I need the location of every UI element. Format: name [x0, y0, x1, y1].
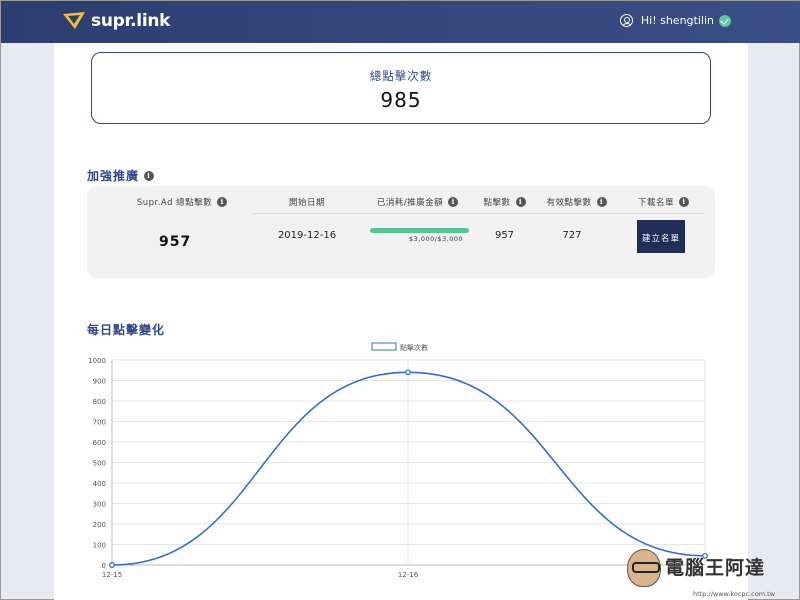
suprad-clicks-value: 957 — [159, 234, 192, 250]
x-tick-label: 12-15 — [102, 571, 122, 579]
watermark-text: 電腦王阿達 — [665, 557, 766, 579]
start-date-value: 2019-12-16 — [277, 230, 337, 241]
header-valid-clicks-text: 有效點擊數 — [546, 198, 592, 208]
total-clicks-label: 總點擊次數 — [369, 69, 433, 83]
budget-progress-text: $3,000/$3,000 — [409, 235, 464, 243]
total-clicks-card: 總點擊次數 985 — [91, 52, 711, 124]
y-tick-label: 1000 — [88, 357, 106, 365]
legend-label: 點擊次數 — [400, 343, 428, 352]
header-valid-clicks: 有效點擊數 i — [544, 196, 609, 208]
promo-card: Supr.Ad 總點擊數 i 開始日期 已消耗/推廣金額 i 點擊數 i 有效點… — [87, 186, 715, 278]
info-icon[interactable]: i — [448, 197, 459, 207]
promo-title-text: 加強推廣 — [87, 169, 140, 183]
y-tick-label: 0 — [102, 562, 106, 570]
clicks-value: 957 — [494, 230, 515, 241]
user-greeting: Hi! shengtilin — [640, 14, 714, 27]
logo-icon — [63, 12, 85, 29]
header-download-list-text: 下載名單 — [637, 198, 674, 208]
y-tick-label: 500 — [93, 460, 106, 468]
y-tick-label: 800 — [93, 398, 106, 406]
build-list-button[interactable]: 建立名單 — [637, 220, 685, 253]
watermark-url: http://www.kocpc.com.tw — [693, 590, 775, 598]
y-tick-label: 100 — [93, 542, 106, 550]
x-tick-label: 12-16 — [398, 571, 419, 579]
header-start-date: 開始日期 — [277, 196, 337, 208]
y-tick-label: 700 — [93, 419, 106, 427]
info-icon[interactable]: i — [144, 170, 155, 181]
legend-swatch — [371, 342, 397, 351]
watermark: 電腦王阿達 — [627, 549, 765, 587]
info-icon[interactable]: i — [515, 197, 526, 207]
info-icon[interactable]: i — [596, 197, 607, 207]
user-icon — [619, 14, 633, 27]
y-tick-label: 400 — [93, 480, 106, 488]
top-navbar: supr.link Hi! shengtilin — [1, 1, 800, 43]
y-tick-label: 200 — [93, 521, 106, 529]
header-suprad-clicks: Supr.Ad 總點擊數 i — [127, 196, 237, 208]
main-panel: 總點擊次數 985 加強推廣 i Supr.Ad 總點擊數 i 開始日期 已消耗… — [54, 43, 748, 600]
header-clicks: 點擊數 i — [482, 196, 527, 208]
user-menu[interactable]: Hi! shengtilin — [619, 14, 731, 27]
mascot-face-icon — [627, 549, 661, 587]
data-point — [405, 369, 411, 376]
y-tick-label: 900 — [93, 378, 106, 386]
logo[interactable]: supr.link — [63, 11, 170, 31]
header-download-list: 下載名單 i — [631, 196, 696, 208]
header-clicks-text: 點擊數 — [483, 198, 511, 208]
total-clicks-value: 985 — [380, 88, 422, 112]
budget-progress-bar — [370, 228, 469, 233]
header-spent-budget-text: 已消耗/推廣金額 — [376, 198, 444, 208]
header-divider — [252, 213, 704, 214]
y-tick-label: 600 — [93, 439, 106, 447]
y-tick-label: 300 — [93, 501, 106, 509]
header-spent-budget: 已消耗/推廣金額 i — [370, 196, 465, 208]
info-icon[interactable]: i — [217, 197, 228, 207]
header-start-date-text: 開始日期 — [288, 198, 325, 208]
valid-clicks-value: 727 — [562, 230, 582, 241]
info-icon[interactable]: i — [679, 197, 689, 207]
logo-text: supr.link — [91, 11, 171, 31]
verified-check-icon — [719, 14, 731, 27]
promo-section-title: 加強推廣 i — [87, 167, 155, 184]
data-point — [109, 562, 115, 568]
header-suprad-clicks-text: Supr.Ad 總點擊數 — [136, 198, 213, 208]
